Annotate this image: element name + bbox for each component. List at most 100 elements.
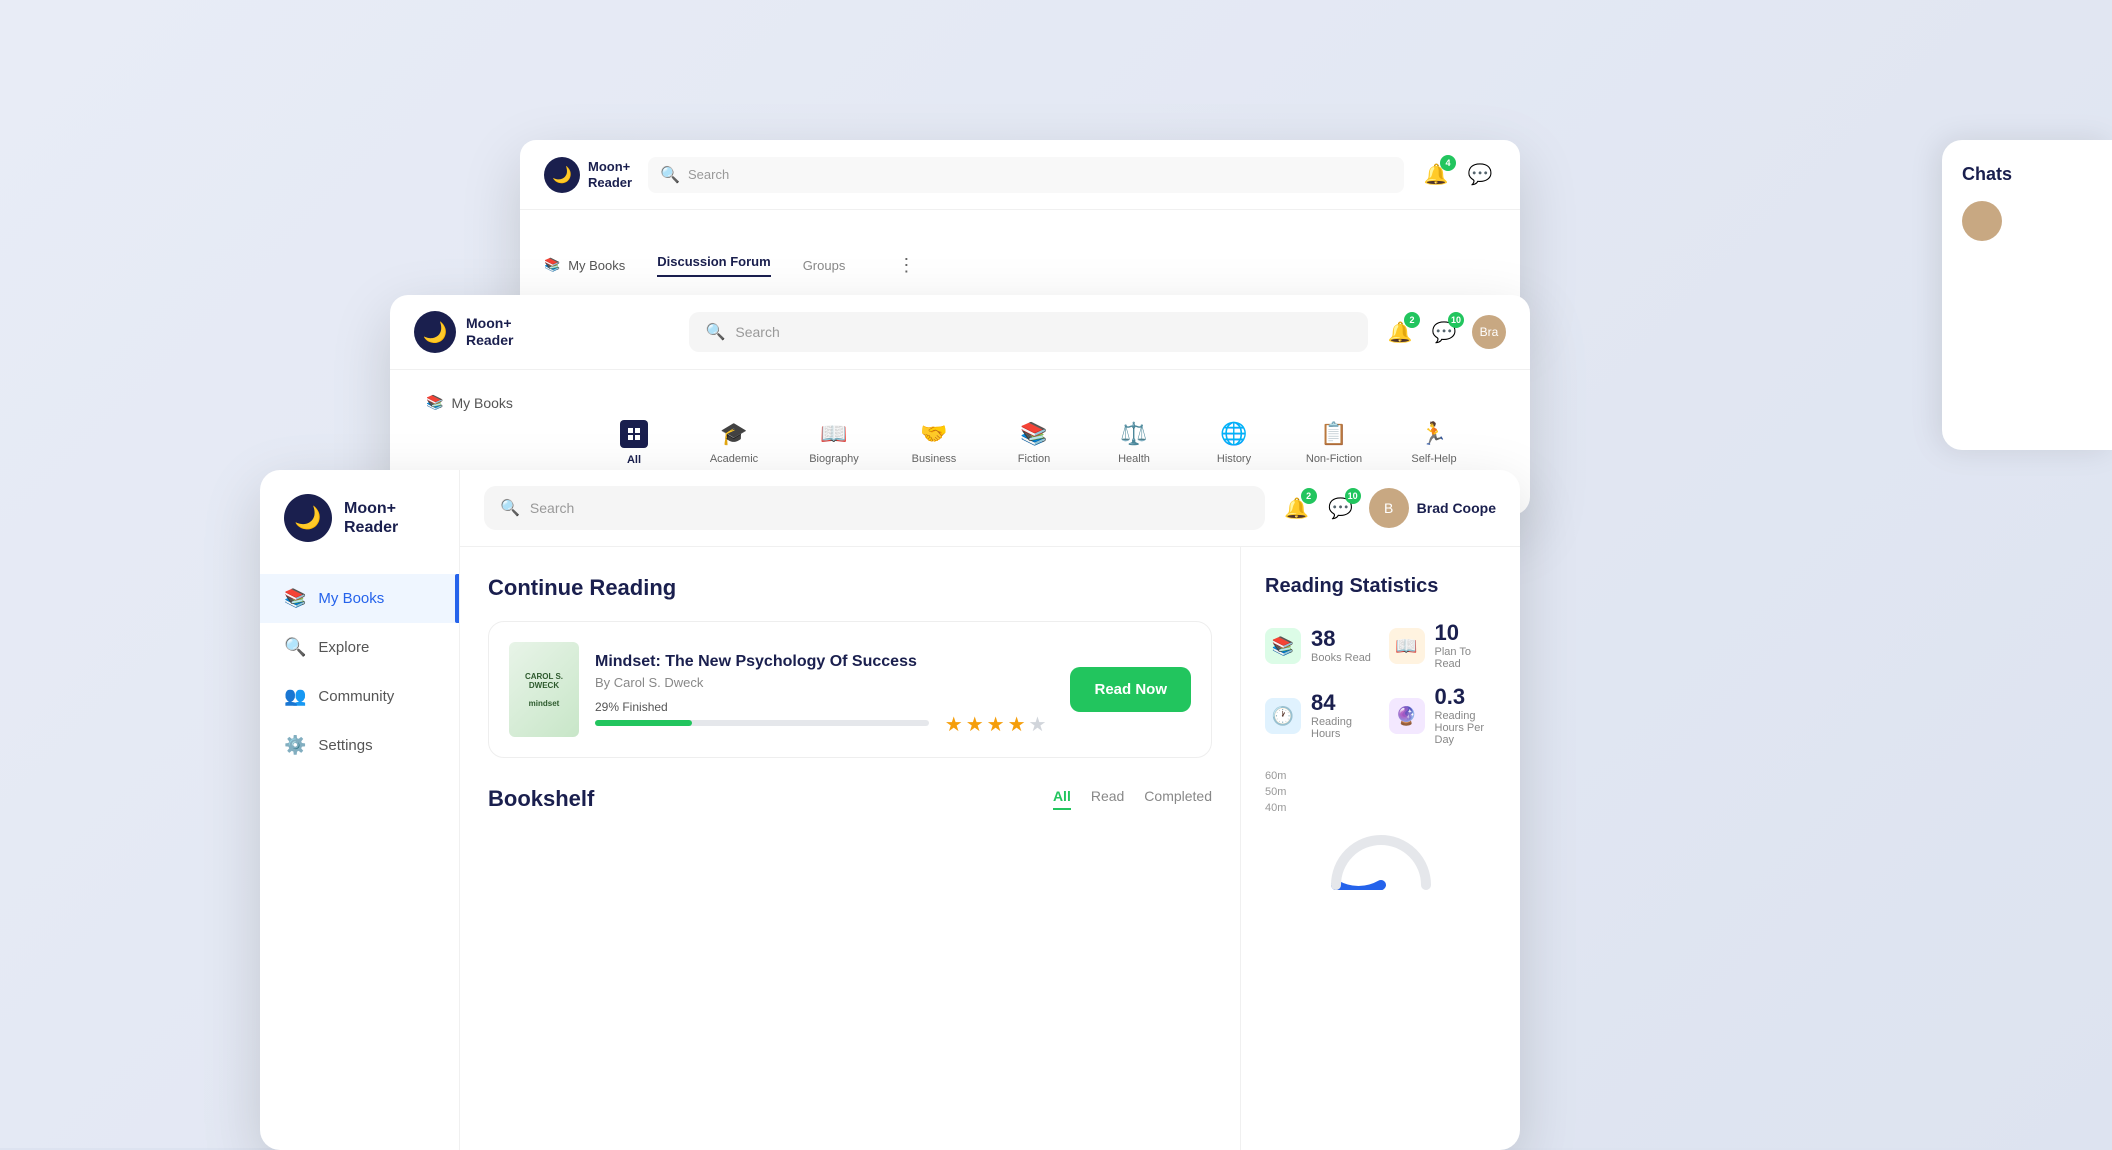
sidebar-item-community[interactable]: 👥 Community [260,672,459,721]
sidebar-item-mybooks[interactable]: 📚 My Books [260,574,459,623]
bookshelf-tabs: All Read Completed [1053,788,1212,810]
category-biography-label: Biography [809,453,859,465]
book-author: By Carol S. Dweck [595,675,929,690]
stat-plan-to-read: 📖 10 Plan To Read [1389,622,1497,670]
bookshelf-tab-completed[interactable]: Completed [1144,788,1212,810]
chart-label-40m: 40m [1265,802,1496,814]
fw-main-area: Continue Reading CAROL S.DWECKmindset Mi… [460,547,1240,1150]
category-fiction-label: Fiction [1018,453,1050,465]
bw1-logo: 🌙 Moon+ Reader [544,157,632,193]
stat-books-read-icon: 📚 [1265,628,1301,664]
bw1-more-menu[interactable]: ⋮ [897,255,915,276]
sidebar-item-settings[interactable]: ⚙️ Settings [260,721,459,770]
fw-body: Continue Reading CAROL S.DWECKmindset Mi… [460,547,1520,1150]
bookshelf-tab-all[interactable]: All [1053,788,1071,810]
stats-title: Reading Statistics [1265,575,1496,598]
settings-nav-icon: ⚙️ [284,735,306,756]
progress-bar-bg [595,720,929,726]
selfhelp-icon: 🏃 [1420,421,1447,447]
fw-content: 🔍 Search 🔔 2 💬 10 B Brad Coope [460,470,1520,1150]
bw1-notif-badge: 4 [1440,155,1456,171]
stat-perday-num: 0.3 [1435,686,1497,708]
bw2-books-icon: 📚 [426,394,443,411]
chart-label-60m: 60m [1265,770,1496,782]
bw1-chat-btn[interactable]: 💬 [1464,159,1496,191]
stat-plan-info: 10 Plan To Read [1435,622,1497,670]
progress-label: 29% Finished [595,700,929,714]
fw-notif-badge: 2 [1301,488,1317,504]
category-fiction[interactable]: 📚 Fiction [1004,421,1064,465]
stat-books-read: 📚 38 Books Read [1265,622,1373,670]
category-health[interactable]: ⚖️ Health [1104,421,1164,465]
stats-grid: 📚 38 Books Read 📖 10 Plan To Read [1265,622,1496,746]
category-all[interactable]: All [604,420,664,466]
category-health-label: Health [1118,453,1150,465]
bw1-app-name: Moon+ Reader [588,159,632,190]
bw1-books-icon: 📚 [544,257,560,273]
sidebar-item-explore[interactable]: 🔍 Explore [260,623,459,672]
stat-hours-num: 84 [1311,692,1373,714]
category-business-label: Business [912,453,957,465]
stat-hours-label: Reading Hours [1311,716,1373,740]
category-nonfiction-label: Non-Fiction [1306,453,1362,465]
bw1-tab-groups[interactable]: Groups [803,258,846,273]
continue-reading-title: Continue Reading [488,575,1212,601]
fw-logo-icon: 🌙 [284,494,332,542]
bookshelf-tab-read[interactable]: Read [1091,788,1124,810]
bw1-tab-forum[interactable]: Discussion Forum [657,254,770,277]
category-history[interactable]: 🌐 History [1204,421,1264,465]
category-selfhelp[interactable]: 🏃 Self-Help [1404,421,1464,465]
chats-avatar [1962,201,2002,241]
mybooks-nav-icon: 📚 [284,588,306,609]
bw1-search-placeholder: Search [688,167,729,182]
bw1-mybooks-item[interactable]: 📚 My Books [544,257,625,273]
stat-books-read-num: 38 [1311,628,1371,650]
read-now-button[interactable]: Read Now [1070,667,1191,712]
bw1-logo-icon: 🌙 [544,157,580,193]
book-cover-text: CAROL S.DWECKmindset [521,668,567,712]
stat-hours-per-day: 🔮 0.3 Reading Hours Per Day [1389,686,1497,746]
fw-chat-btn[interactable]: 💬 10 [1325,492,1357,524]
star-2: ★ [966,712,984,737]
fw-sidebar: 🌙 Moon+ Reader 📚 My Books 🔍 Explore 👥 Co… [260,470,460,1150]
bw2-chat-btn[interactable]: 💬 10 [1428,316,1460,348]
fw-search-placeholder: Search [530,500,574,516]
health-icon: ⚖️ [1120,421,1147,447]
fw-search-bar[interactable]: 🔍 Search [484,486,1265,530]
star-1: ★ [945,712,963,737]
bw2-mybooks-item[interactable]: 📚 My Books [414,386,584,419]
bw2-search-placeholder: Search [735,324,779,340]
reading-chart: 60m 50m 40m [1265,770,1496,814]
category-biography[interactable]: 📖 Biography [804,421,864,465]
explore-nav-label: Explore [318,639,369,656]
bw2-search-bar[interactable]: 🔍 Search [689,312,1368,352]
star-4: ★ [1008,712,1026,737]
bw2-logo-icon: 🌙 [414,311,456,353]
star-3: ★ [987,712,1005,737]
stat-books-read-info: 38 Books Read [1311,628,1371,664]
bw1-search-bar[interactable]: 🔍 Search [648,157,1404,193]
donut-chart [1331,830,1431,890]
fw-layout: 🌙 Moon+ Reader 📚 My Books 🔍 Explore 👥 Co… [260,470,1520,1150]
chats-panel: Chats [1942,140,2112,450]
category-academic-label: Academic [710,453,758,465]
business-icon: 🤝 [920,421,947,447]
category-business[interactable]: 🤝 Business [904,421,964,465]
bw1-header: 🌙 Moon+ Reader 🔍 Search 🔔 4 💬 [520,140,1520,210]
bw2-notification-btn[interactable]: 🔔 2 [1384,316,1416,348]
community-nav-icon: 👥 [284,686,306,707]
fw-notification-btn[interactable]: 🔔 2 [1281,492,1313,524]
bw2-avatar: Bra [1472,315,1506,349]
explore-nav-icon: 🔍 [284,637,306,658]
stat-hours-info: 84 Reading Hours [1311,692,1373,740]
bw2-logo: 🌙 Moon+ Reader [414,311,513,353]
stat-reading-hours: 🕐 84 Reading Hours [1265,686,1373,746]
bw1-notification-btn[interactable]: 🔔 4 [1420,159,1452,191]
bw2-search-icon: 🔍 [705,322,725,342]
category-nonfiction[interactable]: 📋 Non-Fiction [1304,421,1364,465]
all-icon [620,420,648,448]
category-selfhelp-label: Self-Help [1411,453,1456,465]
category-academic[interactable]: 🎓 Academic [704,421,764,465]
stat-perday-info: 0.3 Reading Hours Per Day [1435,686,1497,746]
book-info: Mindset: The New Psychology Of Success B… [595,653,929,726]
